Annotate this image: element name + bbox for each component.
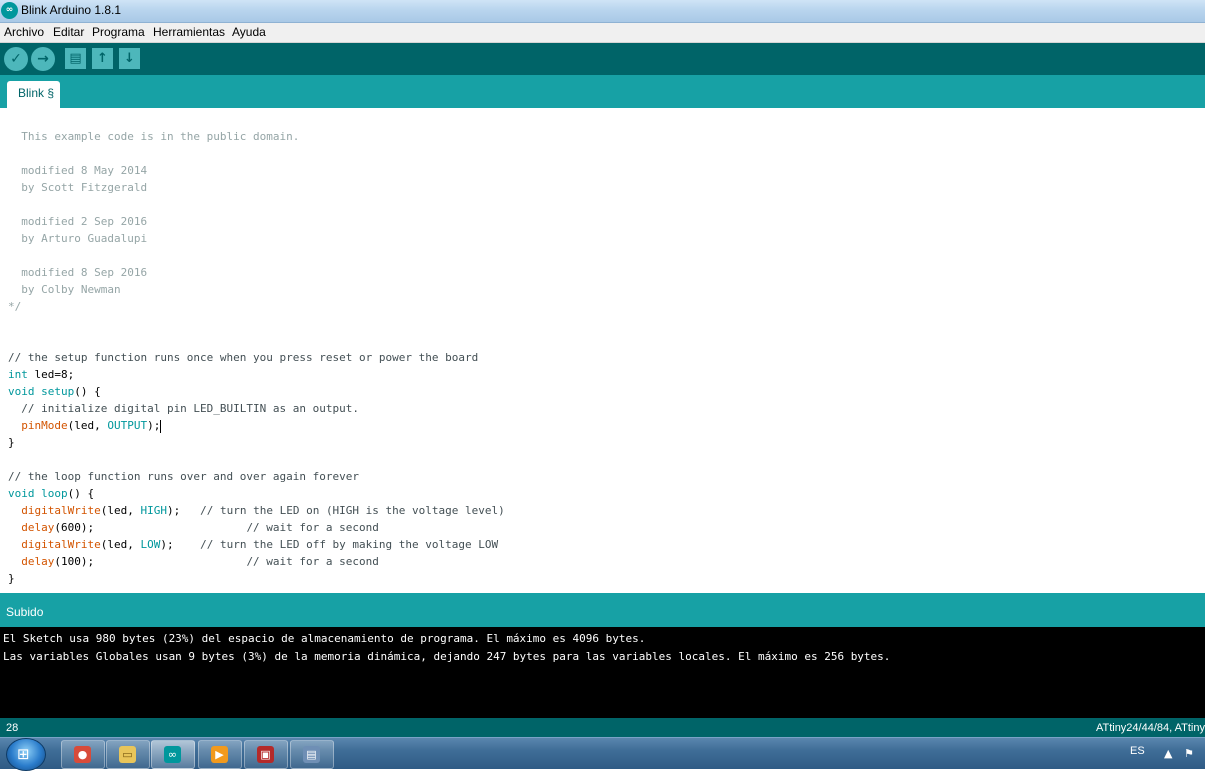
code-line: void loop() { [8, 485, 94, 502]
code-token: () { [67, 487, 95, 500]
code-token: ); [147, 419, 161, 432]
taskbar-chrome[interactable]: ● [61, 740, 105, 769]
code-line: void setup() { [8, 383, 101, 400]
keyword-token: int [8, 368, 28, 381]
code-token: ); [160, 538, 201, 551]
board-info: ATtiny24/44/84, ATtiny [1095, 722, 1205, 734]
keyword-token: void [8, 487, 35, 500]
code-line: } [8, 572, 15, 585]
taskbar-arduino[interactable]: ∞ [151, 740, 195, 769]
code-token: ); [166, 504, 201, 517]
status-bar: Subido [0, 593, 1205, 627]
code-line: */ [8, 300, 22, 313]
code-line: This example code is in the public domai… [8, 130, 300, 143]
code-editor[interactable]: This example code is in the public domai… [0, 108, 1205, 593]
title-bar: ∞ Blink Arduino 1.8.1 [0, 0, 1205, 23]
console-line: El Sketch usa 980 bytes (23%) del espaci… [3, 632, 646, 645]
function-token: delay [21, 521, 55, 534]
function-name-token: setup [41, 385, 75, 398]
function-token: pinMode [21, 419, 68, 432]
folder-icon: ▭ [119, 746, 136, 763]
keyword-token: void [8, 385, 35, 398]
arduino-logo-icon: ∞ [1, 2, 18, 19]
code-line: modified 8 May 2014 [8, 164, 148, 177]
taskbar-explorer[interactable]: ▭ [106, 740, 150, 769]
save-sketch-button[interactable]: ↓ [119, 48, 140, 69]
keyword-token: OUTPUT [107, 419, 148, 432]
output-console[interactable]: El Sketch usa 980 bytes (23%) del espaci… [0, 627, 1205, 718]
arduino-icon: ∞ [164, 746, 181, 763]
code-token: (led, [100, 538, 141, 551]
code-token: (600); [54, 521, 247, 534]
verify-button[interactable]: ✓ [4, 47, 28, 71]
menu-editar[interactable]: Editar [53, 25, 84, 39]
document-icon: ▤ [303, 746, 320, 763]
window-title: Blink Arduino 1.8.1 [21, 3, 122, 17]
media-player-icon: ▶ [211, 746, 228, 763]
code-token: (100); [54, 555, 247, 568]
code-line: int led=8; [8, 366, 74, 383]
keyword-token: LOW [140, 538, 161, 551]
action-center-flag-icon[interactable]: ⚑ [1184, 747, 1194, 760]
code-line: modified 2 Sep 2016 [8, 215, 148, 228]
comment-token: // wait for a second [246, 521, 379, 534]
code-token: () { [74, 385, 101, 398]
menu-bar: Archivo Editar Programa Herramientas Ayu… [0, 23, 1205, 43]
open-sketch-button[interactable]: ↑ [92, 48, 113, 69]
code-token: (led, [100, 504, 141, 517]
code-line: } [8, 436, 15, 449]
upload-button[interactable]: → [31, 47, 55, 71]
code-line: // the setup function runs once when you… [8, 351, 479, 364]
code-line: by Colby Newman [8, 283, 121, 296]
console-line: Las variables Globales usan 9 bytes (3%)… [3, 650, 891, 663]
code-token: (led, [67, 419, 108, 432]
windows-taskbar: ⊞ ● ▭ ∞ ▶ ▣ ▤ ES ▲ ⚑ [0, 737, 1205, 771]
function-token: digitalWrite [21, 538, 101, 551]
status-message: Subido [6, 605, 44, 619]
code-line: // the loop function runs over and over … [8, 470, 359, 483]
code-line: delay(100); // wait for a second [8, 553, 379, 570]
code-line: modified 8 Sep 2016 [8, 266, 148, 279]
editor-footer: 28 ATtiny24/44/84, ATtiny [0, 718, 1205, 737]
language-indicator[interactable]: ES [1130, 745, 1145, 757]
code-line: digitalWrite(led, LOW); // turn the LED … [8, 536, 498, 553]
keyword-token: HIGH [140, 504, 167, 517]
show-hidden-icons-icon[interactable]: ▲ [1164, 747, 1172, 760]
system-tray: ES ▲ ⚑ [1120, 738, 1205, 769]
comment-token: // wait for a second [246, 555, 379, 568]
menu-archivo[interactable]: Archivo [4, 25, 44, 39]
function-name-token: loop [41, 487, 68, 500]
line-number: 28 [6, 722, 19, 734]
toolbox-icon: ▣ [257, 746, 274, 763]
new-sketch-button[interactable]: ▤ [65, 48, 86, 69]
code-token: led=8; [27, 368, 75, 381]
taskbar-media-player[interactable]: ▶ [198, 740, 242, 769]
text-cursor [160, 419, 162, 433]
function-token: digitalWrite [21, 504, 101, 517]
function-token: delay [21, 555, 55, 568]
start-button[interactable]: ⊞ [6, 738, 46, 771]
comment-token: // turn the LED off by making the voltag… [200, 538, 499, 551]
code-line: pinMode(led, OUTPUT); [8, 417, 162, 434]
windows-logo-icon: ⊞ [17, 745, 30, 763]
code-line: delay(600); // wait for a second [8, 519, 379, 536]
comment-token: // turn the LED on (HIGH is the voltage … [200, 504, 505, 517]
toolbar: ✓ → ▤ ↑ ↓ [0, 43, 1205, 75]
taskbar-document[interactable]: ▤ [290, 740, 334, 769]
code-line: by Arturo Guadalupi [8, 232, 148, 245]
menu-programa[interactable]: Programa [92, 25, 145, 39]
tab-blink[interactable]: Blink § [7, 81, 61, 108]
tab-strip: Blink § [0, 75, 1205, 108]
taskbar-toolbox[interactable]: ▣ [244, 740, 288, 769]
code-line: digitalWrite(led, HIGH); // turn the LED… [8, 502, 505, 519]
menu-herramientas[interactable]: Herramientas [153, 25, 225, 39]
code-line: by Scott Fitzgerald [8, 181, 148, 194]
code-line: // initialize digital pin LED_BUILTIN as… [8, 402, 359, 415]
chrome-icon: ● [74, 746, 91, 763]
menu-ayuda[interactable]: Ayuda [232, 25, 266, 39]
